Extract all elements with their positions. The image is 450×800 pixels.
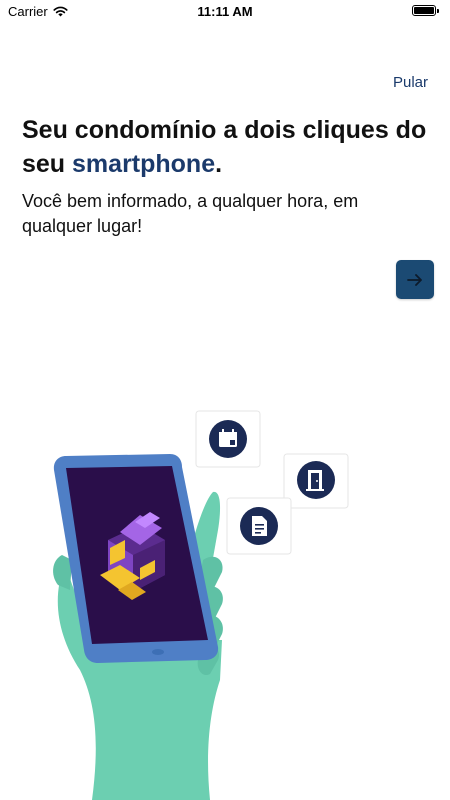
door-badge <box>283 453 349 509</box>
status-time: 11:11 AM <box>197 4 253 19</box>
onboarding-subtitle: Você bem informado, a qualquer hora, em … <box>22 191 359 236</box>
document-badge <box>226 497 292 555</box>
next-button[interactable] <box>396 260 434 299</box>
status-bar: Carrier 11:11 AM <box>0 0 450 24</box>
battery-icon <box>412 5 439 16</box>
onboarding-illustration <box>53 410 349 800</box>
arrow-right-icon <box>407 273 422 286</box>
document-icon <box>252 516 267 536</box>
skip-button[interactable]: Pular <box>393 74 428 91</box>
headline-accent: smartphone <box>72 150 216 178</box>
door-icon <box>306 470 324 491</box>
onboarding-headline: Seu condomínio a dois cliques do seu sma… <box>22 113 432 181</box>
headline-end: . <box>215 150 223 178</box>
calendar-badge <box>195 410 261 468</box>
